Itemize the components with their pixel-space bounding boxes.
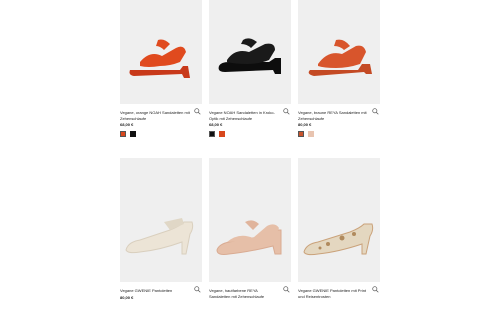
product-price: 80,00 € <box>120 294 134 300</box>
zoom-icon[interactable] <box>283 108 290 115</box>
product-image[interactable] <box>120 158 202 282</box>
zoom-icon[interactable] <box>194 286 201 293</box>
color-swatches <box>209 131 291 137</box>
product-name[interactable]: Vegane NOAH Sandaletten in Kroko-Optik m… <box>209 110 279 121</box>
product-price: 68,00 € <box>120 122 134 127</box>
color-swatch-black[interactable] <box>209 131 215 137</box>
product-card[interactable]: Vegane GWENIE Pantoletten mit Print und … <box>298 158 380 336</box>
product-image[interactable] <box>120 0 202 104</box>
product-name[interactable]: Vegane, orange NOAH Sandaletten mit Zehe… <box>120 110 190 121</box>
product-price: 80,00 € <box>298 122 312 127</box>
product-card[interactable]: Vegane, braune REYA Sandaletten mit Zehe… <box>298 0 380 158</box>
product-price: 68,00 € <box>209 122 223 127</box>
zoom-icon[interactable] <box>194 108 201 115</box>
color-swatches <box>120 131 202 137</box>
product-card[interactable]: Vegane GWENIE Pantoletten 80,00 € <box>120 158 202 336</box>
product-image[interactable] <box>298 0 380 104</box>
color-swatch-orange[interactable] <box>120 131 126 137</box>
product-name[interactable]: Vegane, hautfarbene REYA Sandaletten mit… <box>209 288 279 299</box>
color-swatch-black[interactable] <box>130 131 136 137</box>
color-swatch-orange[interactable] <box>219 131 225 137</box>
product-image[interactable] <box>209 0 291 104</box>
product-image[interactable] <box>298 158 380 282</box>
color-swatch-nude[interactable] <box>308 131 314 137</box>
product-grid: Vegane, orange NOAH Sandaletten mit Zehe… <box>120 0 380 336</box>
product-name[interactable]: Vegane GWENIE Pantoletten mit Print und … <box>298 288 368 299</box>
product-card[interactable]: Vegane, hautfarbene REYA Sandaletten mit… <box>209 158 291 336</box>
color-swatches <box>298 131 380 137</box>
color-swatch-brown[interactable] <box>298 131 304 137</box>
product-image[interactable] <box>209 158 291 282</box>
zoom-icon[interactable] <box>372 286 379 293</box>
product-name[interactable]: Vegane, braune REYA Sandaletten mit Zehe… <box>298 110 368 121</box>
zoom-icon[interactable] <box>283 286 290 293</box>
zoom-icon[interactable] <box>372 108 379 115</box>
product-card[interactable]: Vegane, orange NOAH Sandaletten mit Zehe… <box>120 0 202 158</box>
product-card[interactable]: Vegane NOAH Sandaletten in Kroko-Optik m… <box>209 0 291 158</box>
